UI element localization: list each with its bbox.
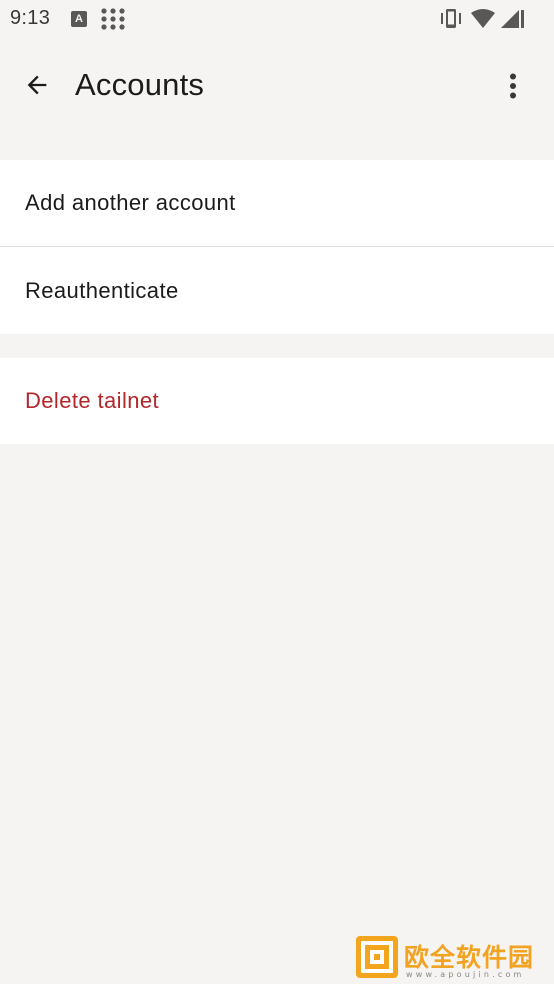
watermark-url: www.apoujin.com: [406, 970, 525, 979]
apps-grid-icon: [101, 8, 125, 35]
battery-icon: [521, 10, 524, 28]
danger-actions-group: Delete tailnet: [0, 358, 554, 444]
watermark-logo: [356, 936, 398, 978]
watermark-name: 欧全软件园: [404, 943, 535, 972]
account-actions-group: Add another account Reauthenticate: [0, 160, 554, 334]
system-status-icons: [441, 9, 524, 28]
more-vert-icon: [510, 73, 516, 99]
arrow-back-icon: [27, 75, 47, 95]
back-button[interactable]: [14, 62, 60, 108]
add-another-account-item[interactable]: Add another account: [0, 160, 554, 246]
status-bar: 9:13 A: [0, 0, 554, 38]
signal-icon: [501, 10, 519, 28]
watermark: 欧全软件园 www.apoujin.com: [354, 936, 550, 982]
wifi-icon: [471, 9, 495, 28]
status-time: 9:13: [10, 7, 51, 29]
a-notification-icon: A: [71, 11, 87, 27]
app-bar: Accounts: [0, 38, 554, 134]
delete-tailnet-item[interactable]: Delete tailnet: [0, 358, 554, 444]
reauthenticate-item[interactable]: Reauthenticate: [0, 246, 554, 334]
page-title: Accounts: [75, 67, 205, 102]
more-options-button[interactable]: [492, 65, 534, 107]
status-icons: [440, 7, 524, 31]
